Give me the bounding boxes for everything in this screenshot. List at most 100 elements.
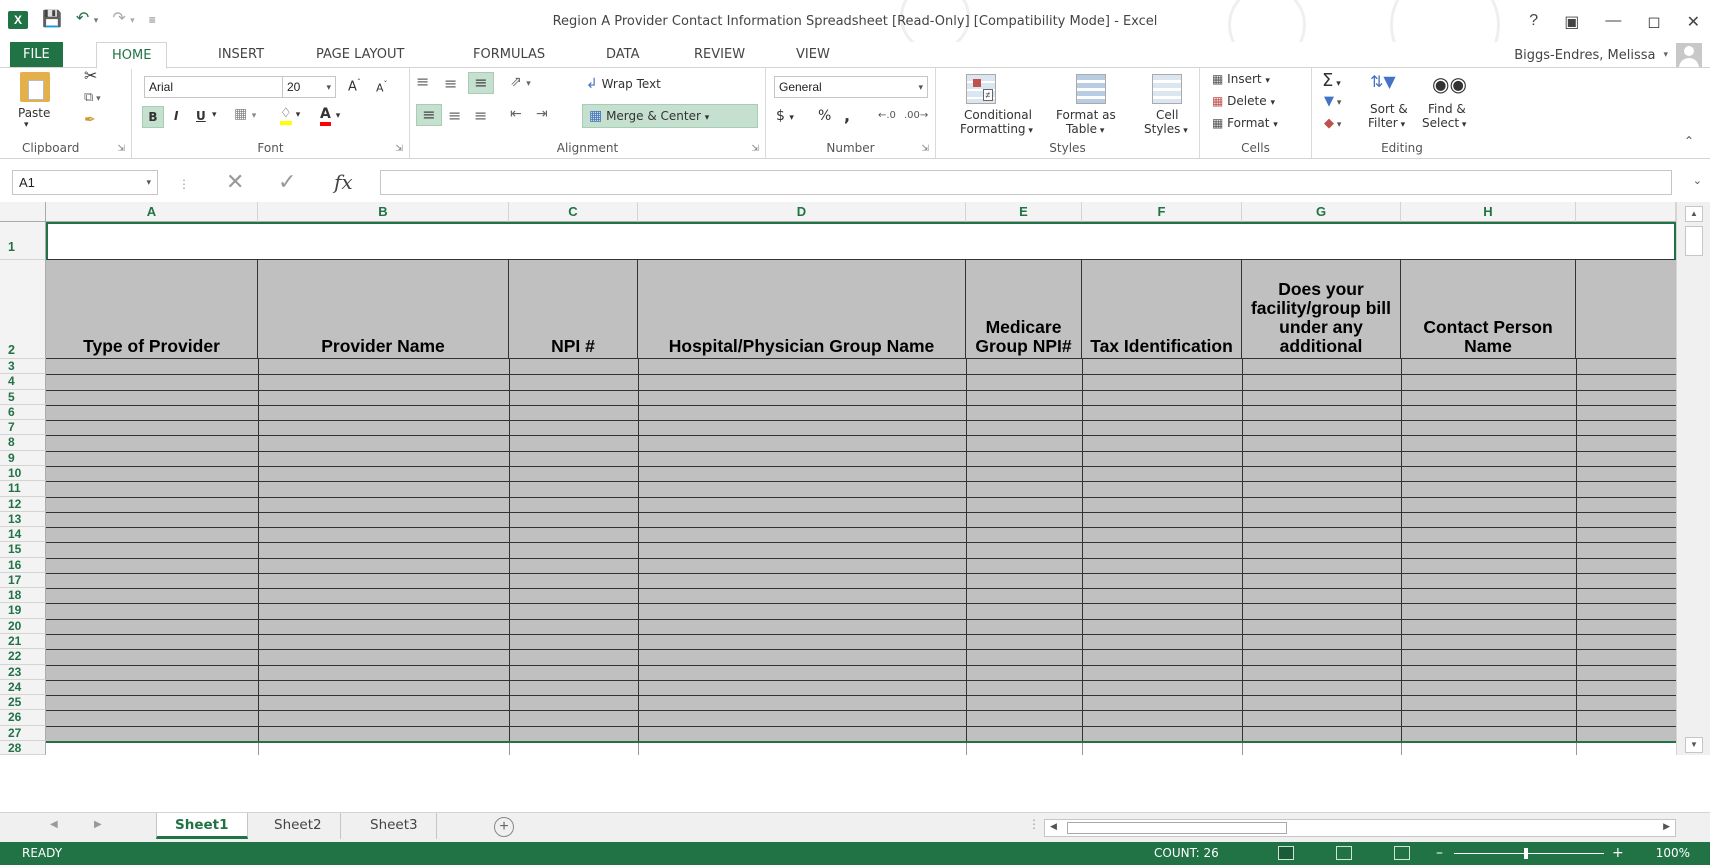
maximize-icon[interactable]: ◻ [1647,12,1660,32]
scroll-right-icon[interactable]: ▶ [1663,821,1670,832]
scroll-down-icon[interactable]: ▼ [1685,737,1703,753]
normal-view-icon[interactable] [1278,846,1294,860]
zoom-in-icon[interactable]: + [1612,842,1624,865]
ribbon-display-options-icon[interactable]: ▣ [1564,12,1579,32]
data-cells-area[interactable] [46,359,1676,741]
chevron-down-icon[interactable]: ▾ [24,120,29,130]
row-header[interactable]: 17 [0,572,46,589]
scroll-up-icon[interactable]: ▲ [1685,206,1703,222]
row-28[interactable] [46,741,1676,755]
tab-split-grip-icon[interactable]: ⋮ [1028,817,1040,831]
format-as-table-button-line2[interactable]: Table ▾ [1066,122,1104,136]
spreadsheet-grid[interactable]: A B C D E F G H 1 2 Type of Provider Pro… [0,202,1710,802]
align-right-icon[interactable]: ≡ [474,106,487,125]
copy-icon[interactable]: ⧉ ▾ [84,90,101,105]
clear-icon[interactable]: ◆ ▾ [1324,116,1341,131]
zoom-level[interactable]: 100% [1656,842,1690,865]
conditional-formatting-icon[interactable]: ≠ [966,74,996,104]
horizontal-scrollbar[interactable]: ◀ ▶ [1044,819,1676,837]
name-box[interactable]: A1 ▾ [12,170,158,195]
column-header-c[interactable]: C [509,202,638,222]
conditional-formatting-button-line2[interactable]: Formatting ▾ [960,122,1033,136]
tab-data[interactable]: DATA [606,42,640,68]
cell-styles-button[interactable]: Cell [1156,108,1178,122]
tab-review[interactable]: REVIEW [694,42,745,68]
percent-style-button[interactable]: % [818,108,831,124]
row-header[interactable]: 13 [0,511,46,528]
column-header-a[interactable]: A [46,202,258,222]
zoom-slider[interactable] [1454,848,1604,859]
row-header[interactable]: 10 [0,465,46,482]
collapse-ribbon-icon[interactable]: ⌃ [1684,134,1694,148]
column-header-f[interactable]: F [1082,202,1242,222]
font-size-select[interactable]: 20 ▾ [282,76,336,98]
borders-icon[interactable]: ▦ ▾ [234,106,256,122]
column-header-h[interactable]: H [1401,202,1576,222]
number-format-select[interactable]: General ▾ [774,76,928,98]
avatar[interactable] [1676,43,1702,67]
row-header[interactable]: 25 [0,695,46,711]
delete-cells-button[interactable]: ▦ Delete ▾ [1212,94,1275,108]
next-sheet-icon[interactable]: ▶ [94,819,102,830]
fill-icon[interactable]: ▼ ▾ [1324,94,1341,109]
autosum-icon[interactable]: Σ ▾ [1322,70,1341,91]
row-header[interactable]: 11 [0,481,46,497]
row-header[interactable]: 21 [0,634,46,650]
row-header[interactable]: 14 [0,527,46,543]
tab-page-layout[interactable]: PAGE LAYOUT [316,42,404,68]
insert-cells-button[interactable]: ▦ Insert ▾ [1212,72,1270,86]
underline-button[interactable]: U [196,109,206,123]
row-header[interactable]: 5 [0,389,46,405]
binoculars-icon[interactable]: ◉◉ [1432,72,1467,96]
column-header-i[interactable] [1576,202,1676,222]
paste-icon[interactable] [20,72,50,102]
column-header-g[interactable]: G [1242,202,1401,222]
align-center-icon[interactable]: ≡ [448,106,461,125]
row-header[interactable]: 23 [0,664,46,680]
row-header[interactable]: 3 [0,359,46,375]
header-cell-contact-person-name[interactable]: Contact Person Name [1401,260,1576,359]
chevron-down-icon[interactable]: ▾ [212,110,217,120]
orientation-icon[interactable]: ⇗ ▾ [510,74,531,90]
row-header[interactable]: 2 [0,260,46,359]
insert-function-button[interactable]: fx [334,170,353,194]
minimize-icon[interactable]: — [1605,12,1621,32]
row-header[interactable]: 16 [0,557,46,573]
dialog-launcher-icon[interactable]: ⇲ [921,143,929,154]
format-as-table-button[interactable]: Format as [1056,108,1116,122]
currency-format-button[interactable]: $ ▾ [776,108,794,124]
header-cell-empty[interactable] [1576,260,1676,359]
font-name-select[interactable]: Arial▾ [144,76,294,98]
row-header[interactable]: 4 [0,374,46,390]
row-header[interactable]: 18 [0,588,46,604]
tab-file[interactable]: FILE [10,42,63,68]
horizontal-scroll-thumb[interactable] [1067,822,1287,834]
row-header[interactable]: 9 [0,450,46,466]
increase-decimal-icon[interactable]: ←.0 [878,110,896,121]
header-cell-type-of-provider[interactable]: Type of Provider [46,260,258,359]
format-cells-button[interactable]: ▦ Format ▾ [1212,116,1278,130]
format-painter-icon[interactable]: ✒ [84,112,96,128]
close-icon[interactable]: ✕ [1687,12,1700,32]
row-header[interactable]: 7 [0,420,46,436]
sort-filter-icon[interactable]: ⇅▼ [1370,72,1396,91]
dialog-launcher-icon[interactable]: ⇲ [117,143,125,154]
decrease-indent-icon[interactable]: ⇤ [510,106,522,122]
increase-indent-icon[interactable]: ⇥ [536,106,548,122]
sheet-tab-sheet1[interactable]: Sheet1 [156,813,248,839]
add-sheet-button[interactable]: + [494,817,514,837]
row-header[interactable]: 19 [0,603,46,619]
bold-button[interactable]: B [142,106,164,128]
comma-style-button[interactable]: , [844,106,850,125]
dialog-launcher-icon[interactable]: ⇲ [751,143,759,154]
header-cell-provider-name[interactable]: Provider Name [258,260,509,359]
fill-color-icon[interactable]: ♢ ▾ [280,106,300,125]
expand-formula-bar-icon[interactable]: ⌄ [1693,174,1702,187]
format-as-table-icon[interactable] [1076,74,1106,104]
column-header-e[interactable]: E [966,202,1082,222]
row-header[interactable]: 24 [0,679,46,696]
user-account[interactable]: Biggs-Endres, Melissa ▾ [1514,42,1702,68]
row-1-cell-a1-selected[interactable] [46,222,1676,260]
chevron-down-icon[interactable]: ▾ [1663,50,1668,60]
cancel-icon[interactable]: ✕ [226,170,244,194]
